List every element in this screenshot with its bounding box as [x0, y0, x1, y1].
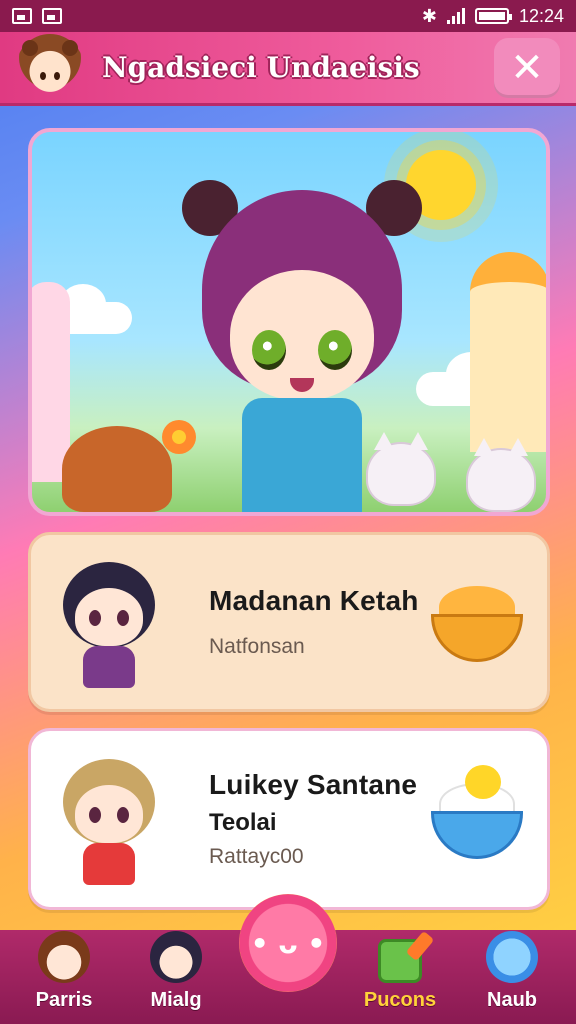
chibi-dark-hair-icon: [49, 552, 169, 692]
close-button[interactable]: ✕: [494, 37, 560, 98]
nav-item-center[interactable]: • ᴗ •: [238, 894, 338, 1012]
cat-icon: [366, 432, 436, 506]
status-left: [12, 8, 62, 24]
gallery-icon: [42, 8, 62, 24]
nav-item-puconts[interactable]: Pucons: [350, 931, 450, 1012]
house-icon: [470, 252, 546, 452]
list-item[interactable]: Madanan Ketah Natfonsan: [28, 532, 550, 712]
chibi-blonde-hair-icon: [49, 749, 169, 889]
center-chat-icon[interactable]: • ᴗ •: [239, 894, 337, 992]
nav-label: Parris: [35, 989, 93, 1011]
nav-item-mialg[interactable]: Mialg: [126, 931, 226, 1012]
nav-label: Pucons: [363, 989, 437, 1011]
parris-icon: [38, 931, 90, 983]
bluetooth-icon: ✱: [421, 5, 437, 26]
orange-bowl-icon: [429, 574, 525, 670]
avatar[interactable]: [16, 33, 84, 102]
puconts-icon: [378, 939, 422, 983]
card-meta: Natfonsan: [209, 635, 305, 658]
mialg-icon: [150, 931, 202, 983]
naub-icon: [486, 931, 538, 983]
status-time: 12:24: [518, 5, 564, 26]
list-item[interactable]: Luikey Santane Teolai Rattayc00: [28, 728, 550, 910]
nav-item-naub[interactable]: Naub: [462, 931, 562, 1012]
nav-label: Mialg: [150, 989, 202, 1011]
cat-icon: [466, 438, 536, 512]
card-text: Luikey Santane Teolai Rattayc00: [209, 769, 429, 869]
page-title: Ngadsieci Undaeisis: [102, 51, 420, 84]
nav-label: Naub: [487, 989, 537, 1011]
hero-illustration[interactable]: [28, 128, 550, 516]
bottom-nav: Parris Mialg • ᴗ • Pucons Naub: [0, 894, 576, 1024]
card-title: Luikey Santane: [209, 769, 418, 800]
house-icon: [32, 282, 70, 482]
card-text: Madanan Ketah Natfonsan: [209, 585, 429, 659]
status-bar: ✱ 12:24: [0, 0, 576, 32]
blue-bowl-chick-icon: [429, 765, 525, 867]
card-title: Madanan Ketah: [209, 585, 419, 616]
signal-icon: [446, 8, 465, 24]
image-icon: [12, 8, 32, 24]
card-meta: Rattayc00: [209, 845, 304, 868]
close-x-icon: ✕: [510, 44, 544, 91]
card-subtitle: Teolai: [209, 809, 277, 836]
status-right: ✱ 12:24: [422, 6, 564, 27]
battery-icon: [474, 8, 512, 24]
nav-item-parris[interactable]: Parris: [14, 931, 114, 1012]
app-header: Ngadsieci Undaeisis ✕: [0, 32, 576, 106]
teapot-icon: [62, 426, 172, 512]
